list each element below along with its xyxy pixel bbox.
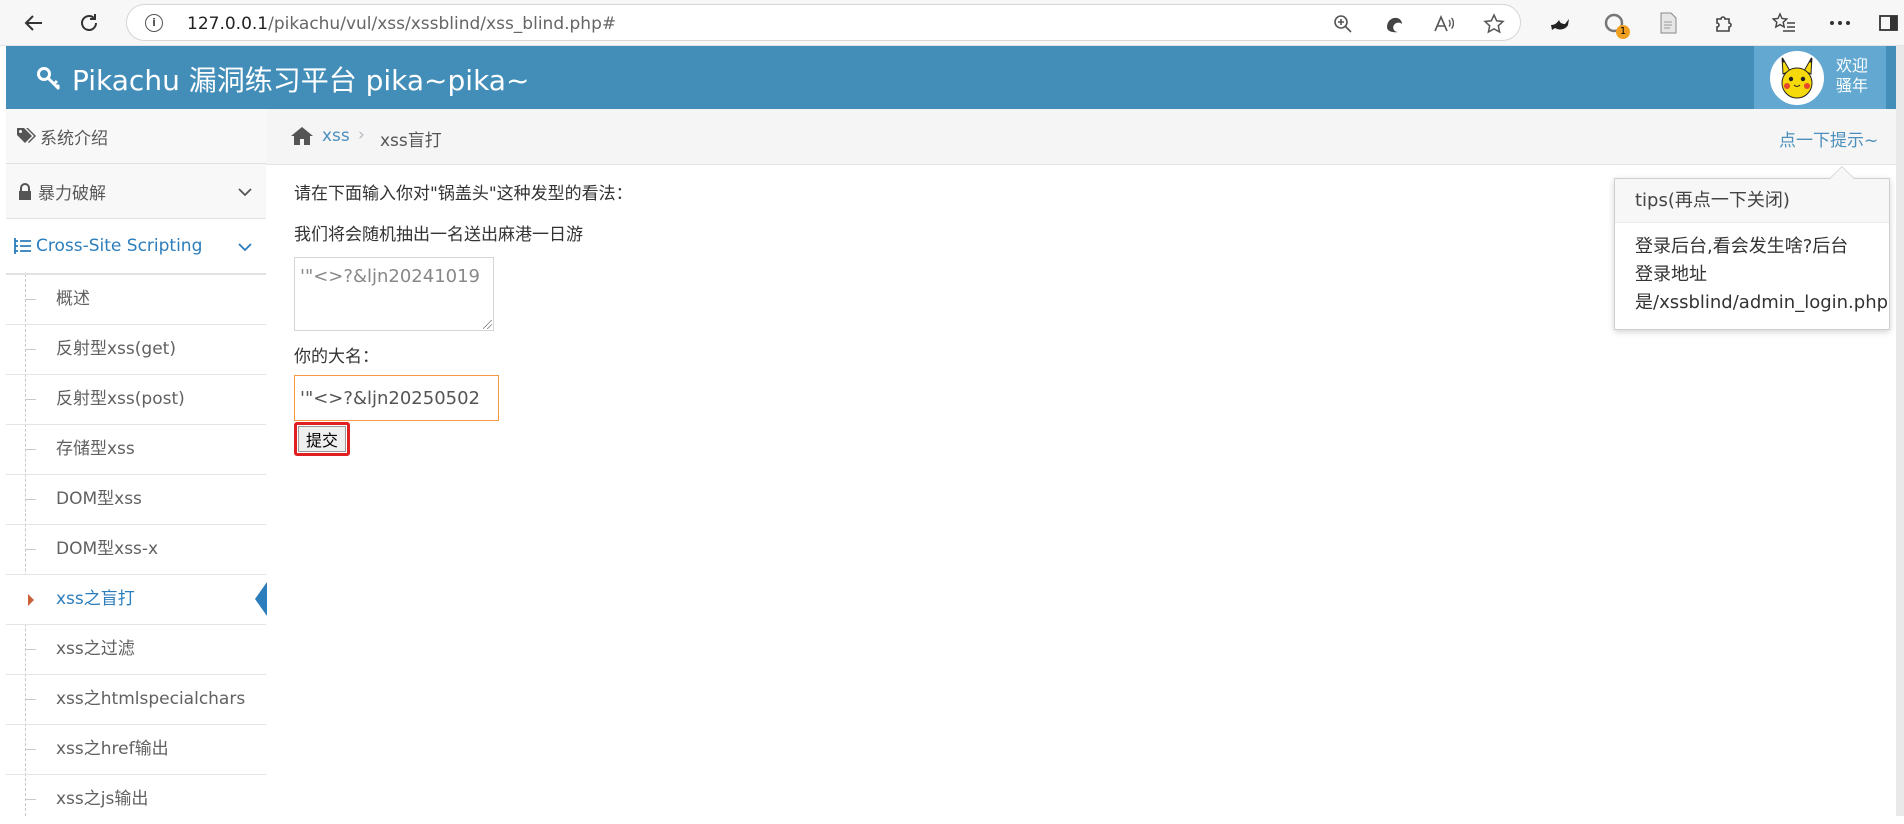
name-input[interactable] xyxy=(294,375,499,421)
caret-right-icon xyxy=(28,594,34,606)
url-text[interactable]: 127.0.0.1/pikachu/vul/xss/xssblind/xss_b… xyxy=(187,14,616,34)
welcome-text: 欢迎 骚年 xyxy=(1836,56,1868,96)
popover-body: 登录后台,看会发生啥?后台 登录地址 是/xssblind/admin_logi… xyxy=(1615,223,1889,317)
prize-text: 我们将会随机抽出一名送出麻港一日游 xyxy=(294,225,583,245)
name-label: 你的大名： xyxy=(294,347,379,367)
list-icon xyxy=(14,238,32,254)
extension-badge-icon[interactable]: 1 xyxy=(1600,9,1630,39)
tips-popover[interactable]: tips(再点一下关闭) 登录后台,看会发生啥?后台 登录地址 是/xssbli… xyxy=(1614,166,1890,330)
submenu-label: DOM型xss-x xyxy=(56,539,159,559)
browser-essentials-icon[interactable] xyxy=(1383,13,1405,35)
submenu-label: 反射型xss(post) xyxy=(56,389,185,409)
submenu-label: xss之js输出 xyxy=(56,789,149,809)
submit-button[interactable]: 提交 xyxy=(298,426,346,452)
favorite-star-icon[interactable] xyxy=(1483,13,1505,35)
home-icon[interactable] xyxy=(290,126,314,150)
opinion-textarea[interactable]: '"<>?&ljn20241019 xyxy=(294,257,494,331)
lock-icon xyxy=(18,182,32,200)
site-header: Pikachu 漏洞练习平台 pika~pika~ 欢迎 骚年 xyxy=(6,46,1896,109)
zoom-icon[interactable] xyxy=(1332,13,1354,35)
site-info-icon[interactable]: i xyxy=(145,14,163,32)
submenu-item-href[interactable]: xss之href输出 xyxy=(6,724,266,774)
brand-text: Pikachu 漏洞练习平台 pika~pika~ xyxy=(72,64,530,97)
submenu-label: xss之htmlspecialchars xyxy=(56,689,246,709)
popover-arrow xyxy=(1829,166,1855,179)
submenu-item-overview[interactable]: 概述 xyxy=(6,274,266,324)
sidebar-item-xss[interactable]: Cross-Site Scripting xyxy=(6,219,266,274)
submenu-item-htmlspecialchars[interactable]: xss之htmlspecialchars xyxy=(6,674,266,724)
user-menu[interactable]: 欢迎 骚年 xyxy=(1754,46,1886,109)
prompt-text: 请在下面输入你对"锅盖头"这种发型的看法： xyxy=(294,184,633,204)
xss-submenu: 概述 反射型xss(get) 反射型xss(post) 存储型xss DOM型x… xyxy=(6,274,267,816)
sidebar-item-label: 系统介绍 xyxy=(40,128,108,149)
extensions-puzzle-icon[interactable] xyxy=(1710,9,1738,37)
submenu-item-dom-x[interactable]: DOM型xss-x xyxy=(6,524,266,574)
browser-toolbar: i 127.0.0.1/pikachu/vul/xss/xssblind/xss… xyxy=(0,0,1904,46)
url-host: 127.0.0.1 xyxy=(187,14,269,34)
submenu-item-dom[interactable]: DOM型xss xyxy=(6,474,266,524)
more-menu-icon[interactable] xyxy=(1826,9,1854,37)
sidebar: 系统介绍 暴力破解 Cross-Site Scripting 概述 反射型xss… xyxy=(6,109,267,816)
page-document-icon[interactable] xyxy=(1654,9,1682,37)
chevron-down-icon xyxy=(238,182,252,202)
bird-extension-icon[interactable] xyxy=(1546,9,1574,37)
breadcrumb: xss › xss盲打 点一下提示~ xyxy=(266,109,1896,165)
submenu-item-filter[interactable]: xss之过滤 xyxy=(6,624,266,674)
breadcrumb-link-xss[interactable]: xss xyxy=(322,126,350,146)
popover-line-3: 是/xssblind/admin_login.php xyxy=(1635,292,1889,313)
popover-line-2: 登录地址 xyxy=(1635,264,1707,285)
submenu-label: DOM型xss xyxy=(56,489,142,509)
popover-title[interactable]: tips(再点一下关闭) xyxy=(1615,179,1889,223)
submit-highlight: 提交 xyxy=(294,422,350,456)
url-path: /pikachu/vul/xss/xssblind/xss_blind.php# xyxy=(268,14,617,34)
read-aloud-icon[interactable] xyxy=(1433,13,1455,35)
refresh-icon[interactable] xyxy=(73,7,105,39)
sidebar-toggle-icon[interactable] xyxy=(1878,9,1904,37)
chevron-down-icon xyxy=(238,237,252,257)
submenu-item-js[interactable]: xss之js输出 xyxy=(6,774,266,824)
pikachu-avatar xyxy=(1770,51,1824,105)
breadcrumb-separator: › xyxy=(358,125,365,145)
extension-badge-count: 1 xyxy=(1616,25,1630,39)
popover-line-1: 登录后台,看会发生啥?后台 xyxy=(1635,236,1849,257)
submenu-label: 概述 xyxy=(56,289,90,309)
submenu-item-reflected-get[interactable]: 反射型xss(get) xyxy=(6,324,266,374)
hint-link[interactable]: 点一下提示~ xyxy=(1779,126,1878,151)
welcome-line-1: 欢迎 xyxy=(1836,56,1869,75)
back-arrow-icon[interactable] xyxy=(18,7,50,39)
page-scroll-edge xyxy=(1896,46,1904,816)
sidebar-item-label: 暴力破解 xyxy=(38,183,106,204)
sidebar-item-label: Cross-Site Scripting xyxy=(36,236,203,256)
key-icon xyxy=(37,67,61,91)
submenu-label: xss之盲打 xyxy=(56,589,135,609)
breadcrumb-current: xss盲打 xyxy=(380,131,442,151)
brand-title[interactable]: Pikachu 漏洞练习平台 pika~pika~ xyxy=(36,59,529,99)
submenu-label: 存储型xss xyxy=(56,439,135,459)
submenu-item-blind[interactable]: xss之盲打 xyxy=(6,574,267,624)
submenu-label: 反射型xss(get) xyxy=(56,339,176,359)
resize-handle[interactable] xyxy=(483,320,492,329)
address-bar[interactable]: i 127.0.0.1/pikachu/vul/xss/xssblind/xss… xyxy=(126,4,1521,41)
submenu-label: xss之过滤 xyxy=(56,639,135,659)
favorites-list-icon[interactable] xyxy=(1770,9,1798,37)
sidebar-item-bruteforce[interactable]: 暴力破解 xyxy=(6,164,266,219)
tags-icon xyxy=(16,127,36,145)
submenu-item-stored[interactable]: 存储型xss xyxy=(6,424,266,474)
sidebar-item-intro[interactable]: 系统介绍 xyxy=(6,109,266,164)
submenu-label: xss之href输出 xyxy=(56,739,169,759)
submenu-item-reflected-post[interactable]: 反射型xss(post) xyxy=(6,374,266,424)
welcome-line-2: 骚年 xyxy=(1836,76,1869,95)
